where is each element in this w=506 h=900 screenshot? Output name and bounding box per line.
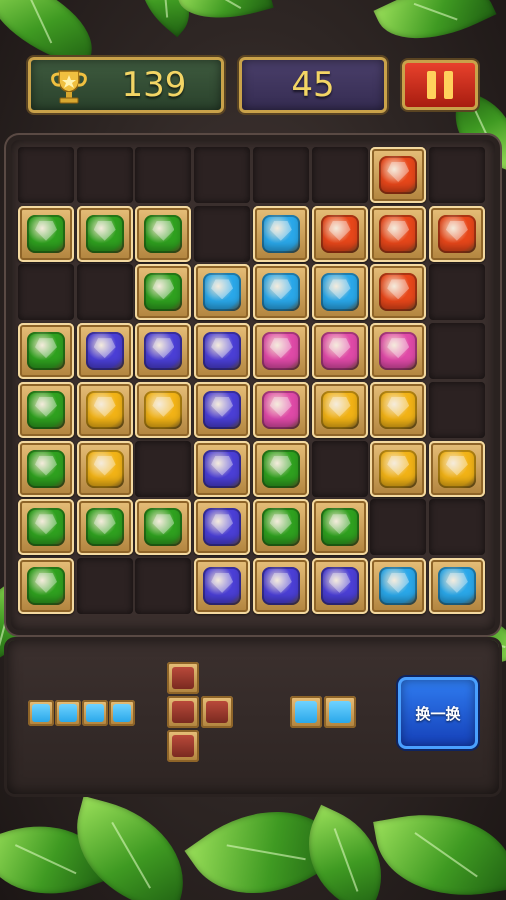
- piece-block: [167, 696, 199, 728]
- pause-icon: [444, 71, 453, 99]
- purple-gem-block: [311, 557, 368, 614]
- yellow-gem-block: [370, 381, 427, 438]
- pink-gem-block: [370, 323, 427, 380]
- green-gem-block: [252, 499, 309, 556]
- board-cell[interactable]: [194, 147, 251, 203]
- piece-block: [109, 700, 135, 726]
- board-cell[interactable]: [428, 147, 485, 203]
- pink-gem-block: [252, 381, 309, 438]
- trophy-icon: [51, 70, 87, 104]
- board-cell[interactable]: [76, 264, 133, 321]
- yellow-gem-block: [428, 440, 485, 497]
- green-gem-block: [311, 499, 368, 556]
- board-cell[interactable]: [135, 557, 192, 614]
- piece-block: [167, 662, 199, 694]
- blue-gem-block: [428, 557, 485, 614]
- game-board[interactable]: [11, 140, 495, 630]
- leaf-decoration: [373, 0, 497, 61]
- pink-gem-block: [311, 323, 368, 380]
- green-gem-block: [135, 499, 192, 556]
- blue-gem-block: [311, 264, 368, 321]
- board-cell[interactable]: [76, 557, 133, 614]
- green-gem-block: [18, 205, 74, 262]
- purple-gem-block: [194, 499, 251, 556]
- green-gem-block: [135, 205, 192, 262]
- orange-gem-block: [428, 205, 485, 262]
- green-gem-block: [76, 205, 133, 262]
- purple-gem-block: [76, 323, 133, 380]
- green-gem-block: [76, 499, 133, 556]
- green-gem-block: [18, 499, 74, 556]
- board-cell[interactable]: [311, 440, 368, 497]
- yellow-gem-block: [76, 381, 133, 438]
- orange-gem-block: [370, 264, 427, 321]
- current-score-panel: 45: [239, 57, 387, 113]
- orange-gem-block: [370, 147, 427, 203]
- blue-gem-block: [252, 264, 309, 321]
- purple-gem-block: [194, 440, 251, 497]
- yellow-gem-block: [135, 381, 192, 438]
- purple-gem-block: [194, 557, 251, 614]
- blue-gem-block: [194, 264, 251, 321]
- board-cell[interactable]: [311, 147, 368, 203]
- yellow-gem-block: [311, 381, 368, 438]
- blue-gem-block: [370, 557, 427, 614]
- orange-gem-block: [370, 205, 427, 262]
- pink-gem-block: [252, 323, 309, 380]
- board-cell[interactable]: [252, 147, 309, 203]
- best-score-value: 139: [121, 65, 187, 105]
- board-cell[interactable]: [76, 147, 133, 203]
- blue-gem-block: [252, 205, 309, 262]
- board-cell[interactable]: [428, 499, 485, 556]
- swap-button-label: 换一换: [415, 704, 461, 723]
- leaf-decoration: [373, 799, 506, 900]
- board-cell[interactable]: [194, 205, 251, 262]
- piece-block: [201, 696, 233, 728]
- board-cell[interactable]: [18, 264, 74, 321]
- green-gem-block: [18, 381, 74, 438]
- piece-block: [82, 700, 108, 726]
- yellow-gem-block: [76, 440, 133, 497]
- piece-block: [55, 700, 81, 726]
- purple-gem-block: [194, 381, 251, 438]
- piece-block: [324, 696, 356, 728]
- purple-gem-block: [135, 323, 192, 380]
- board-cell[interactable]: [428, 381, 485, 438]
- board-cell[interactable]: [428, 323, 485, 380]
- piece-block: [28, 700, 54, 726]
- best-score-panel: 139: [28, 57, 224, 113]
- green-gem-block: [18, 557, 74, 614]
- purple-gem-block: [252, 557, 309, 614]
- green-gem-block: [135, 264, 192, 321]
- orange-gem-block: [311, 205, 368, 262]
- pause-icon: [427, 71, 436, 99]
- board-cell[interactable]: [370, 499, 427, 556]
- leaf-decoration: [176, 0, 274, 31]
- piece-block: [290, 696, 322, 728]
- board-cell[interactable]: [428, 264, 485, 321]
- board-cell[interactable]: [135, 440, 192, 497]
- pause-button[interactable]: [402, 60, 478, 110]
- yellow-gem-block: [370, 440, 427, 497]
- purple-gem-block: [194, 323, 251, 380]
- swap-button[interactable]: 换一换: [398, 677, 478, 749]
- green-gem-block: [18, 440, 74, 497]
- green-gem-block: [18, 323, 74, 380]
- green-gem-block: [252, 440, 309, 497]
- current-score-value: 45: [291, 65, 335, 105]
- board-cell[interactable]: [135, 147, 192, 203]
- piece-block: [167, 730, 199, 762]
- board-cell[interactable]: [18, 147, 74, 203]
